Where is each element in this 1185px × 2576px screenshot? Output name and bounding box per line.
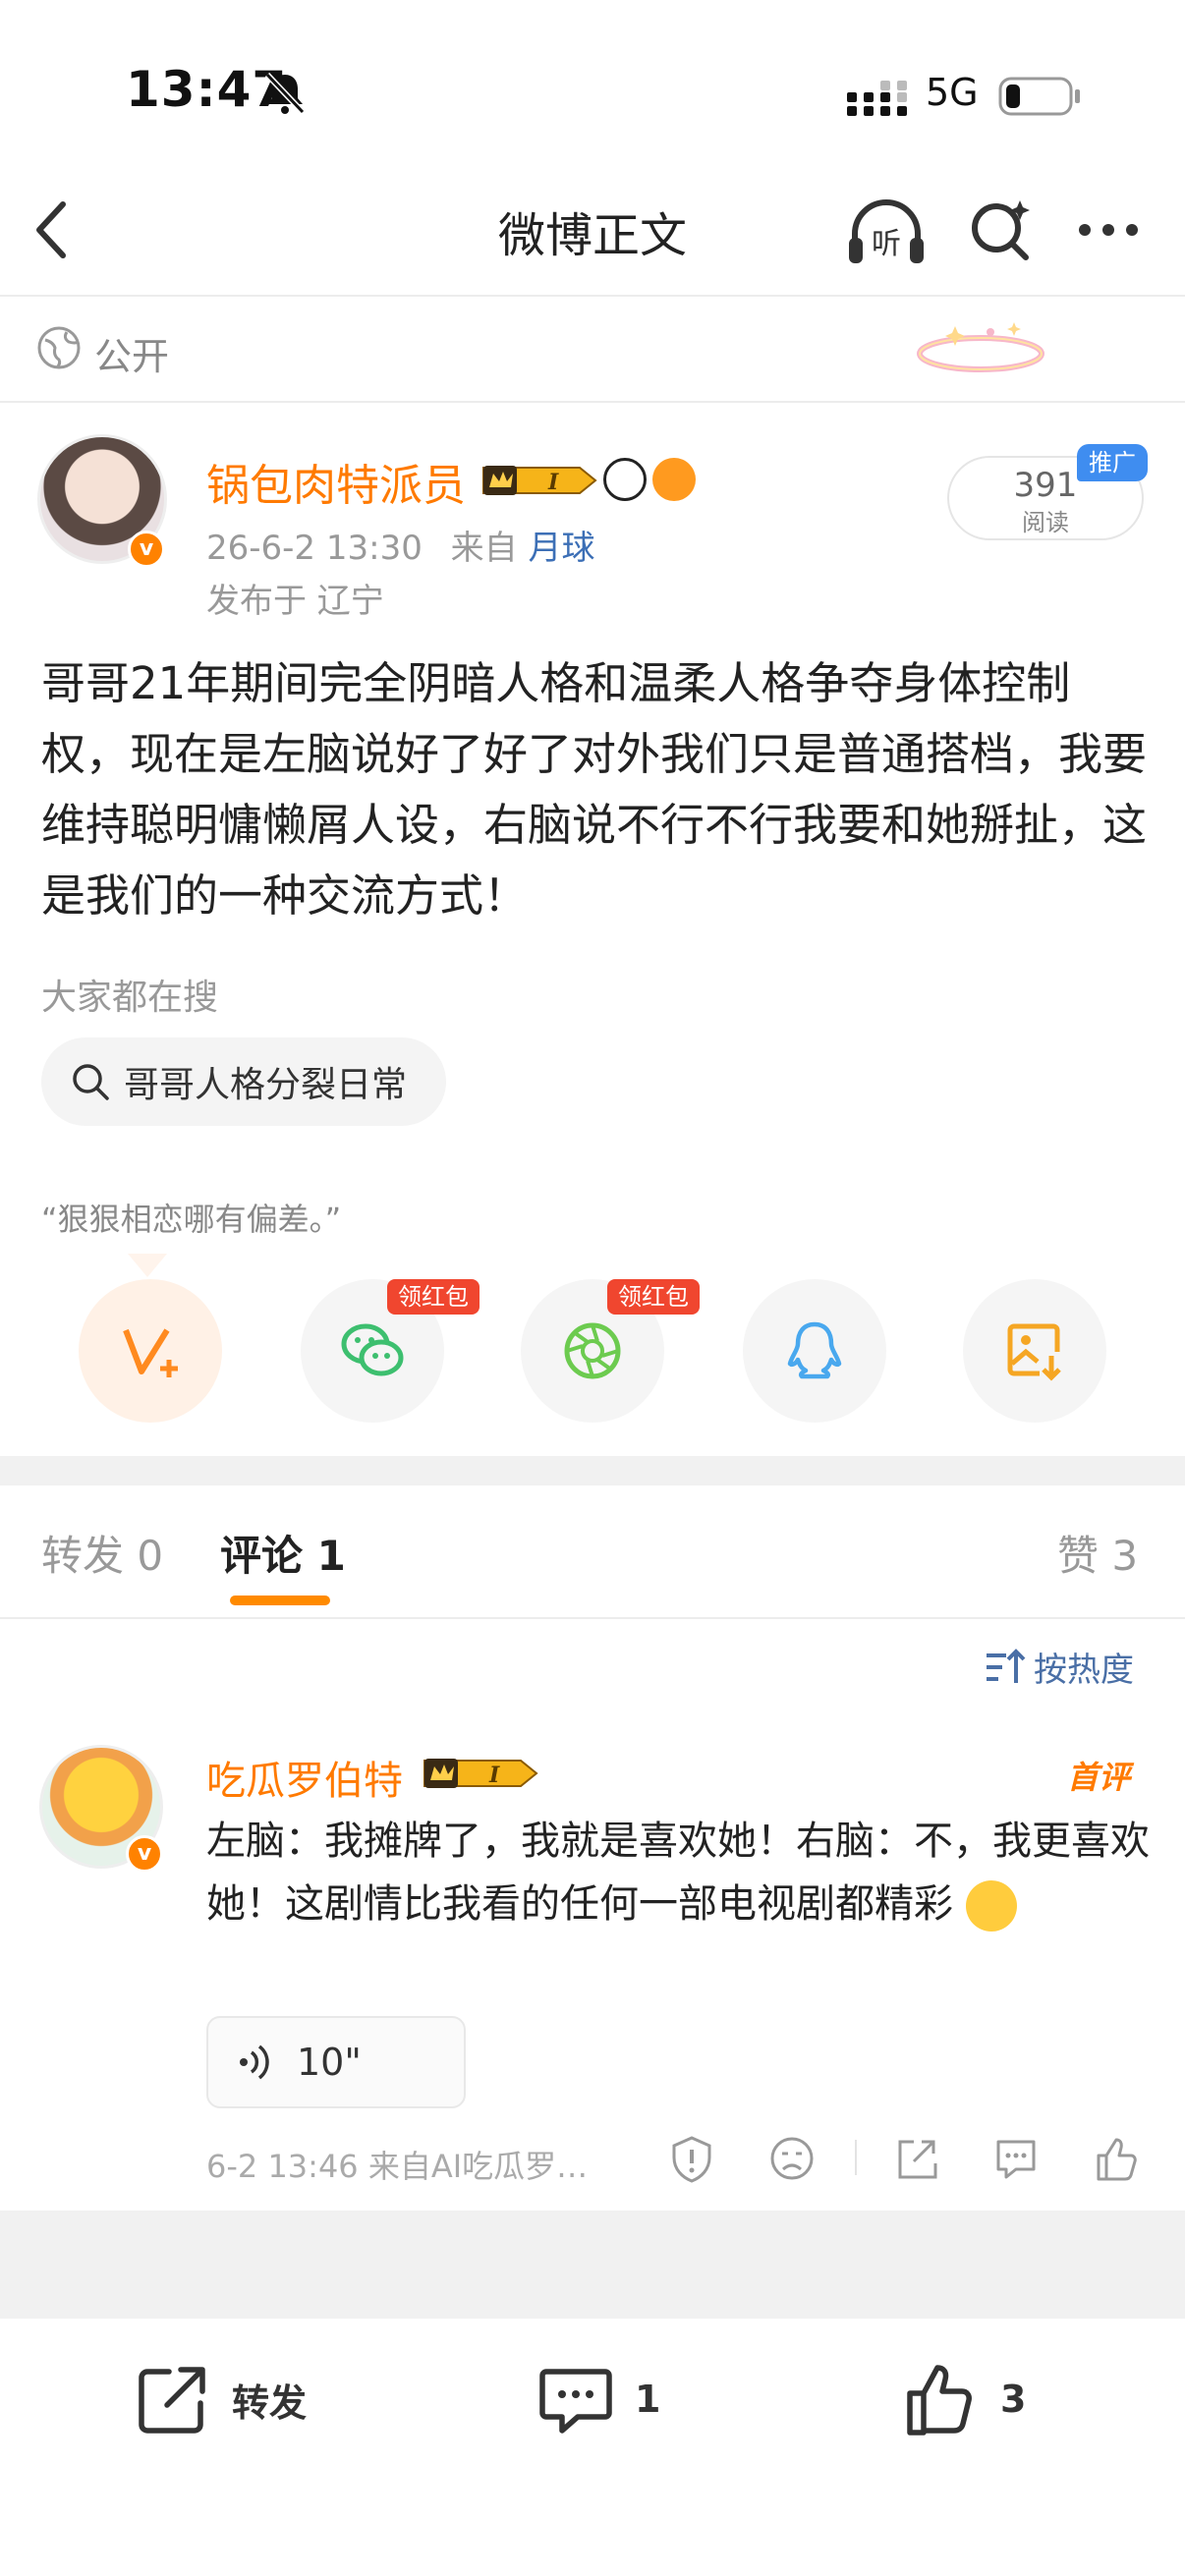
thumbs-up-icon [907, 2365, 972, 2436]
tabs-divider [0, 1617, 1185, 1619]
mute-bell-icon [264, 72, 306, 115]
commenter-crown-badge-icon: I [423, 1759, 538, 1788]
wechat-icon [341, 1323, 404, 1376]
member-crown-badge-icon: I [482, 466, 597, 495]
sort-icon [987, 1648, 1026, 1683]
first-comment-tag: 首评 [1067, 1759, 1131, 1796]
hot-search-label: 大家都在搜 [41, 978, 219, 1018]
bottom-like-button[interactable]: 3 [902, 2360, 1026, 2438]
vplus-icon [123, 1328, 178, 1377]
tab-forward[interactable]: 转发 0 [41, 1523, 163, 1583]
share-comment-icon[interactable] [892, 2134, 939, 2183]
verified-badge: v [128, 531, 165, 568]
section-gap [0, 1456, 1185, 1485]
listen-headphones-icon[interactable]: 听 [847, 196, 926, 271]
post-body-text: 哥哥21年期间完全阴暗人格和温柔人格争夺身体控制权，现在是左脑说好了好了对外我们… [41, 657, 1148, 922]
save-image-icon [1007, 1323, 1061, 1381]
tab-comment-label: 评论 [220, 1532, 304, 1580]
post-source-link[interactable]: 月球 [528, 529, 594, 568]
post-source-prefix: 来自 [450, 529, 518, 568]
comment-meta: 6-2 13:46 来自AI吃瓜罗… [206, 2148, 589, 2185]
nav-divider [0, 295, 1185, 297]
save-image-button[interactable] [963, 1279, 1106, 1423]
bottom-like-count: 3 [1000, 2378, 1027, 2421]
fish-emoji-icon [652, 458, 696, 501]
qq-icon [787, 1321, 842, 1379]
globe-icon [37, 326, 81, 369]
hot-search-term: 哥哥人格分裂日常 [124, 1065, 408, 1105]
commenter-verified-badge: v [126, 1835, 163, 1873]
post-meta: 26-6-2 13:30 来自 月球 [206, 521, 594, 569]
author-name[interactable]: 锅包肉特派员 [206, 450, 466, 513]
tab-forward-label: 转发 [41, 1532, 125, 1580]
hot-search-chip[interactable]: 哥哥人格分裂日常 [41, 1037, 447, 1126]
forward-icon [139, 2367, 205, 2434]
cellular-signal-icon [847, 81, 907, 116]
report-icon[interactable] [668, 2134, 715, 2183]
commenter-name[interactable]: 吃瓜罗伯特 [206, 1749, 403, 1806]
post-date: 26-6-2 13:30 [206, 529, 423, 568]
visibility-label: 公开 [94, 335, 170, 378]
active-tab-indicator [230, 1596, 330, 1605]
tab-comment[interactable]: 评论 1 [220, 1523, 346, 1583]
share-qq-button[interactable] [743, 1279, 886, 1423]
comment-text-block: 左脑：我摊牌了，我就是喜欢她！右脑：不，我更喜欢她！这剧情比我看的任何一部电视剧… [206, 1810, 1150, 1935]
voice-wave-icon [240, 2044, 269, 2080]
author-level-text: I [547, 470, 559, 495]
more-options-icon[interactable] [1077, 212, 1140, 248]
tab-comment-count: 1 [316, 1532, 346, 1580]
like-comment-icon[interactable] [1093, 2134, 1140, 2183]
visibility-divider [0, 401, 1185, 403]
listen-label: 听 [872, 227, 901, 261]
tab-like[interactable]: 赞 3 [1057, 1523, 1138, 1583]
post-location: 发布于 辽宁 [206, 582, 384, 621]
bottom-action-bar [0, 2319, 1185, 2576]
decorative-halo-icon [917, 322, 1044, 372]
sort-label: 按热度 [1034, 1651, 1134, 1690]
dislike-face-icon[interactable] [768, 2134, 816, 2183]
bottom-comment-button[interactable]: 1 [536, 2360, 660, 2438]
bottom-comment-count: 1 [635, 2378, 661, 2421]
bottom-forward-label: 转发 [232, 2380, 308, 2425]
commenter-level-text: I [488, 1763, 500, 1788]
wechat-redpack-badge: 领红包 [387, 1279, 480, 1315]
surprised-emoji-icon [965, 1880, 1017, 1932]
panda-emoji-icon [603, 458, 647, 501]
tab-forward-count: 0 [137, 1532, 164, 1580]
battery-icon [998, 77, 1080, 116]
moments-icon [564, 1322, 621, 1379]
voice-message[interactable]: 10" [206, 2016, 466, 2108]
share-vplus-button[interactable] [79, 1279, 222, 1423]
search-icon[interactable] [969, 196, 1032, 261]
voice-duration: 10" [297, 2041, 362, 2084]
tooltip-pointer-icon [128, 1254, 167, 1277]
reply-comment-icon[interactable] [992, 2134, 1040, 2183]
post-quote: “狠狠相恋哪有偏差。” [41, 1201, 342, 1238]
tab-like-label: 赞 [1057, 1532, 1100, 1580]
sort-by-hot-button[interactable]: 按热度 [985, 1643, 1134, 1691]
bottom-gap [0, 2211, 1185, 2319]
promote-badge[interactable]: 推广 [1077, 444, 1148, 481]
reads-label: 阅读 [1022, 509, 1069, 536]
moments-redpack-badge: 领红包 [607, 1279, 700, 1315]
actions-separator [855, 2140, 857, 2175]
tab-like-count: 3 [1111, 1532, 1139, 1580]
network-type: 5G [926, 71, 979, 114]
bottom-forward-button[interactable]: 转发 [134, 2360, 307, 2438]
search-small-icon [73, 1064, 109, 1100]
comment-icon [539, 2369, 612, 2434]
